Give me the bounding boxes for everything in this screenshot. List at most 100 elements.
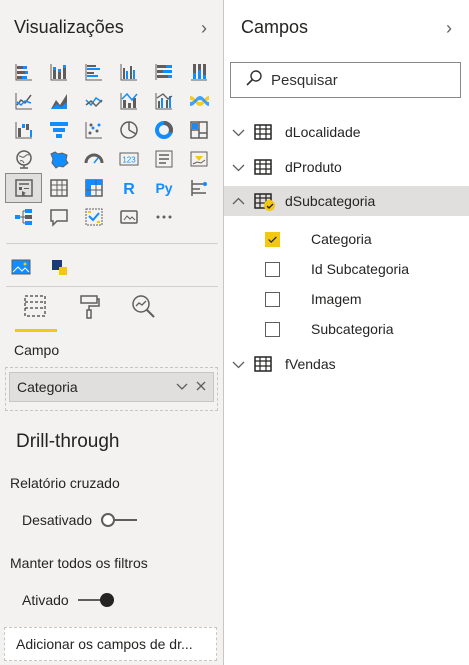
add-drillthrough-fields-label: Adicionar os campos de dr...: [16, 636, 193, 652]
pie-chart-icon[interactable]: [111, 116, 146, 144]
field-checkbox[interactable]: [265, 291, 280, 307]
line-chart-icon[interactable]: [6, 87, 41, 115]
r-script-visual-icon[interactable]: R: [111, 174, 146, 202]
map-globe-icon[interactable]: [6, 145, 41, 173]
table-icon: [254, 193, 275, 211]
qa-visual-icon[interactable]: [41, 203, 76, 231]
ribbon-chart-icon[interactable]: [181, 87, 216, 115]
keep-filters-label: Manter todos os filtros: [10, 555, 148, 571]
analytics-tab[interactable]: [116, 292, 170, 332]
area-chart-icon[interactable]: [41, 87, 76, 115]
field-section-label: Campo: [14, 342, 60, 358]
drillthrough-title: Drill-through: [16, 431, 120, 452]
table-row[interactable]: dLocalidade: [224, 117, 469, 147]
search-box[interactable]: [230, 62, 461, 98]
table-icon: [254, 124, 272, 140]
custom-visual-icon[interactable]: [46, 254, 72, 280]
slicer-icon[interactable]: [5, 173, 42, 203]
cross-report-label: Relatório cruzado: [10, 475, 120, 491]
search-icon: [245, 69, 263, 91]
divider: [6, 286, 218, 287]
keep-filters-toggle[interactable]: [78, 593, 114, 607]
keep-filters-state: Ativado: [22, 592, 69, 608]
field-checkbox-checked[interactable]: [265, 231, 280, 247]
stacked-column-chart-icon[interactable]: [41, 58, 76, 86]
multi-row-card-icon[interactable]: [146, 145, 181, 173]
stacked-area-chart-icon[interactable]: [76, 87, 111, 115]
scatter-chart-icon[interactable]: [76, 116, 111, 144]
table-name: dSubcategoria: [285, 193, 376, 209]
field-checkbox[interactable]: [265, 321, 280, 337]
chevron-down-icon[interactable]: [230, 358, 246, 371]
field-checkbox[interactable]: [265, 261, 280, 277]
analytics-magnifier-icon: [129, 292, 157, 325]
card-icon[interactable]: 123: [111, 145, 146, 173]
filled-map-icon[interactable]: [41, 145, 76, 173]
table-row[interactable]: fVendas: [224, 349, 469, 379]
table-name: dProduto: [285, 159, 342, 175]
add-drillthrough-fields-dropzone[interactable]: Adicionar os campos de dr...: [4, 627, 217, 661]
format-tab[interactable]: [62, 292, 116, 332]
table-row[interactable]: dProduto: [224, 152, 469, 182]
collapse-fields-chevron-icon[interactable]: ›: [441, 18, 457, 38]
field-row[interactable]: Subcategoria: [224, 315, 469, 343]
fields-tab[interactable]: [8, 292, 62, 332]
line-and-stacked-column-icon[interactable]: [111, 87, 146, 115]
field-chip[interactable]: Categoria: [9, 372, 214, 402]
smart-narrative-icon[interactable]: [76, 203, 111, 231]
clustered-bar-chart-icon[interactable]: [76, 58, 111, 86]
paint-roller-icon: [75, 292, 103, 325]
in-use-check-badge-icon: [264, 200, 275, 211]
chevron-up-icon[interactable]: [230, 195, 246, 208]
svg-text:Py: Py: [155, 180, 172, 196]
field-chip-label: Categoria: [17, 379, 78, 395]
close-icon[interactable]: [194, 379, 208, 396]
field-name: Imagem: [311, 291, 362, 307]
gauge-icon[interactable]: [76, 145, 111, 173]
field-row[interactable]: Categoria: [224, 225, 469, 253]
field-row[interactable]: Id Subcategoria: [224, 255, 469, 283]
waterfall-chart-icon[interactable]: [6, 116, 41, 144]
python-visual-icon[interactable]: Py: [146, 174, 181, 202]
field-row[interactable]: Imagem: [224, 285, 469, 313]
stacked-bar-chart-icon[interactable]: [6, 58, 41, 86]
cross-report-toggle[interactable]: [101, 513, 137, 527]
clustered-column-chart-icon[interactable]: [111, 58, 146, 86]
fields-well-icon: [21, 292, 49, 325]
table-icon: [254, 356, 272, 372]
chevron-down-icon[interactable]: [175, 379, 189, 396]
visualizations-title: Visualizações: [14, 17, 124, 37]
100-percent-stacked-bar-icon[interactable]: [146, 58, 181, 86]
visualizations-pane: Visualizações › 123 R Py Campo Categoria…: [0, 0, 224, 665]
line-and-clustered-column-icon[interactable]: [146, 87, 181, 115]
key-influencers-icon[interactable]: [181, 174, 216, 202]
table-visual-icon[interactable]: [41, 174, 76, 202]
funnel-chart-icon[interactable]: [41, 116, 76, 144]
fields-title: Campos: [241, 17, 309, 37]
field-name: Subcategoria: [311, 321, 394, 337]
100-percent-stacked-column-icon[interactable]: [181, 58, 216, 86]
visual-types-grid: 123 R Py: [5, 58, 218, 232]
svg-text:R: R: [123, 181, 135, 198]
table-icon: [254, 159, 272, 175]
image-visual-icon[interactable]: [8, 254, 34, 280]
collapse-visualizations-chevron-icon[interactable]: ›: [196, 18, 212, 38]
search-input[interactable]: [271, 71, 451, 89]
table-name: dLocalidade: [285, 124, 361, 140]
paginated-report-icon[interactable]: [111, 203, 146, 231]
svg-text:123: 123: [122, 156, 136, 165]
kpi-icon[interactable]: [181, 145, 216, 173]
field-name: Id Subcategoria: [311, 261, 410, 277]
chevron-down-icon[interactable]: [230, 126, 246, 139]
chevron-down-icon[interactable]: [230, 161, 246, 174]
table-row-selected[interactable]: dSubcategoria: [224, 186, 469, 216]
treemap-icon[interactable]: [181, 116, 216, 144]
fields-pane: Campos › dLocalidade dProduto dSubcatego…: [224, 0, 469, 665]
pane-tabs: [8, 292, 218, 332]
divider: [6, 243, 218, 244]
matrix-icon[interactable]: [76, 174, 111, 202]
more-visuals-icon[interactable]: [146, 203, 181, 231]
field-well-dropzone[interactable]: Categoria: [5, 367, 218, 411]
donut-chart-icon[interactable]: [146, 116, 181, 144]
decomposition-tree-icon[interactable]: [6, 203, 41, 231]
